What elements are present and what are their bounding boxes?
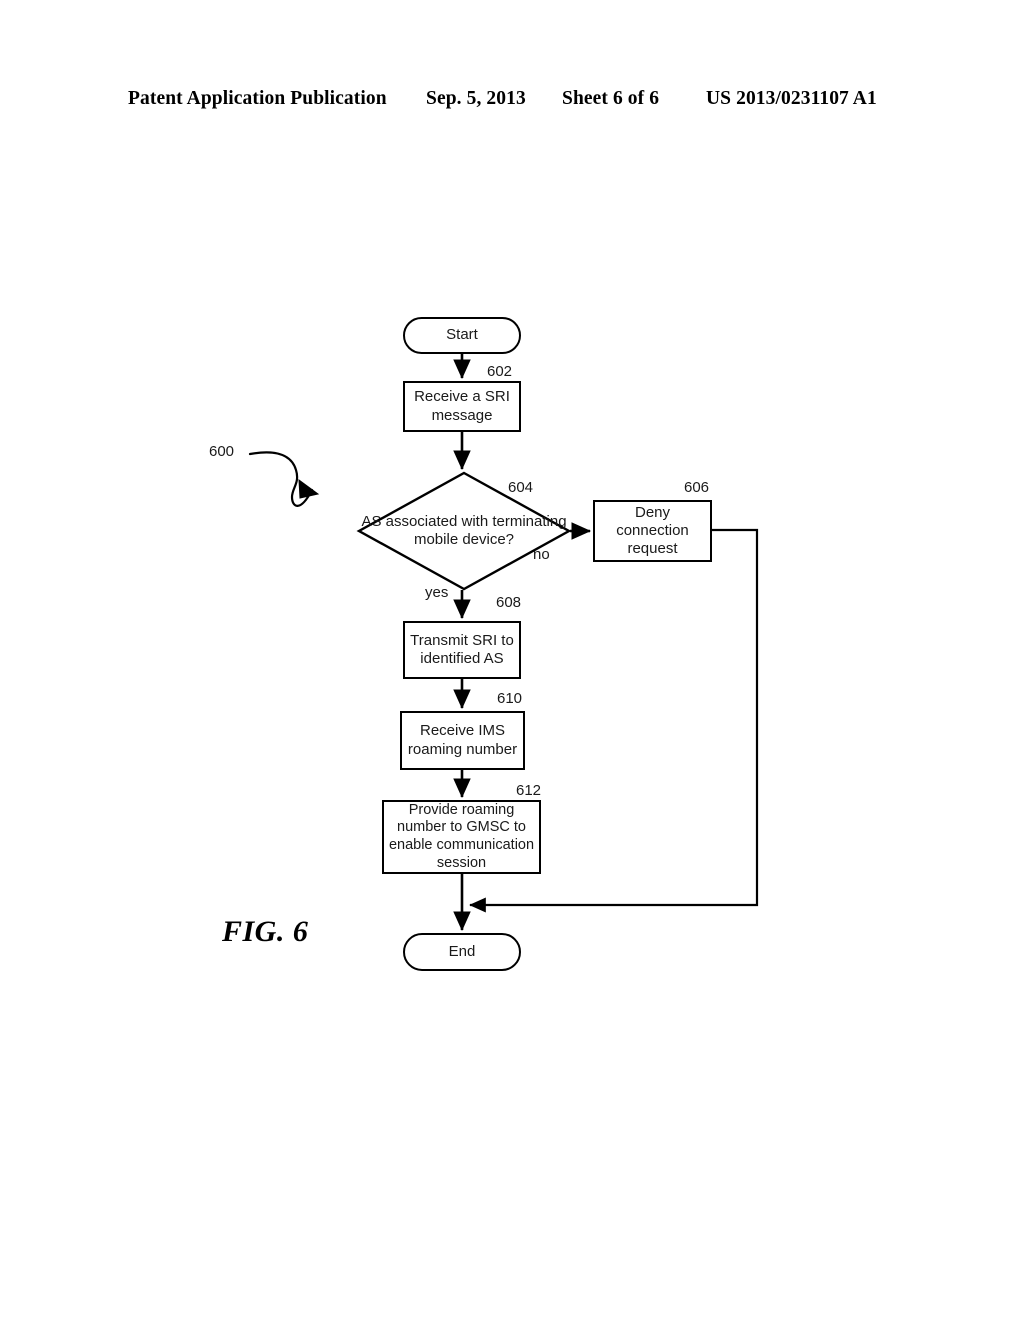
reference-numeral-608: 608	[496, 594, 522, 611]
flow-node-start: Start	[403, 317, 521, 354]
flow-node-end-label: End	[448, 942, 476, 960]
header-publication-date: Sep. 5, 2013	[426, 88, 526, 109]
patent-header: Patent Application Publication Sep. 5, 2…	[0, 88, 1024, 116]
reference-numeral-604: 604	[508, 479, 534, 496]
branch-label-yes: yes	[425, 584, 449, 601]
flow-node-610-label: Receive IMS roaming number	[407, 722, 518, 758]
reference-numeral-602: 602	[487, 363, 513, 380]
flow-node-start-label: Start	[446, 326, 478, 344]
reference-numeral-612: 612	[516, 782, 542, 799]
branch-label-no: no	[533, 546, 550, 563]
flow-node-608-label: Transmit SRI to identified AS	[410, 631, 514, 667]
header-publication-title: Patent Application Publication	[128, 88, 387, 109]
flow-node-604-label: AS associated with terminating mobile de…	[361, 512, 567, 548]
flow-node-604-decision: AS associated with terminating mobile de…	[358, 472, 570, 590]
reference-numeral-606: 606	[684, 479, 710, 496]
flow-node-606: Deny connection request	[593, 500, 712, 562]
flow-node-612-label: Provide roaming number to GMSC to enable…	[388, 801, 535, 871]
header-sheet-number: Sheet 6 of 6	[562, 88, 660, 109]
reference-numeral-610: 610	[497, 690, 523, 707]
header-patent-number: US 2013/0231107 A1	[706, 88, 877, 109]
figure-caption: FIG. 6	[222, 915, 309, 948]
reference-600-leader-line	[248, 451, 314, 507]
flow-node-end: End	[403, 933, 521, 971]
flow-node-612: Provide roaming number to GMSC to enable…	[382, 800, 541, 874]
reference-600-leader-arrowhead	[298, 478, 320, 499]
flow-node-602: Receive a SRI message	[403, 381, 521, 432]
flow-node-610: Receive IMS roaming number	[400, 711, 525, 770]
flow-node-608: Transmit SRI to identified AS	[403, 621, 521, 679]
reference-numeral-600: 600	[209, 443, 235, 460]
flow-node-606-label: Deny connection request	[616, 503, 689, 558]
flow-node-602-label: Receive a SRI message	[414, 388, 510, 424]
